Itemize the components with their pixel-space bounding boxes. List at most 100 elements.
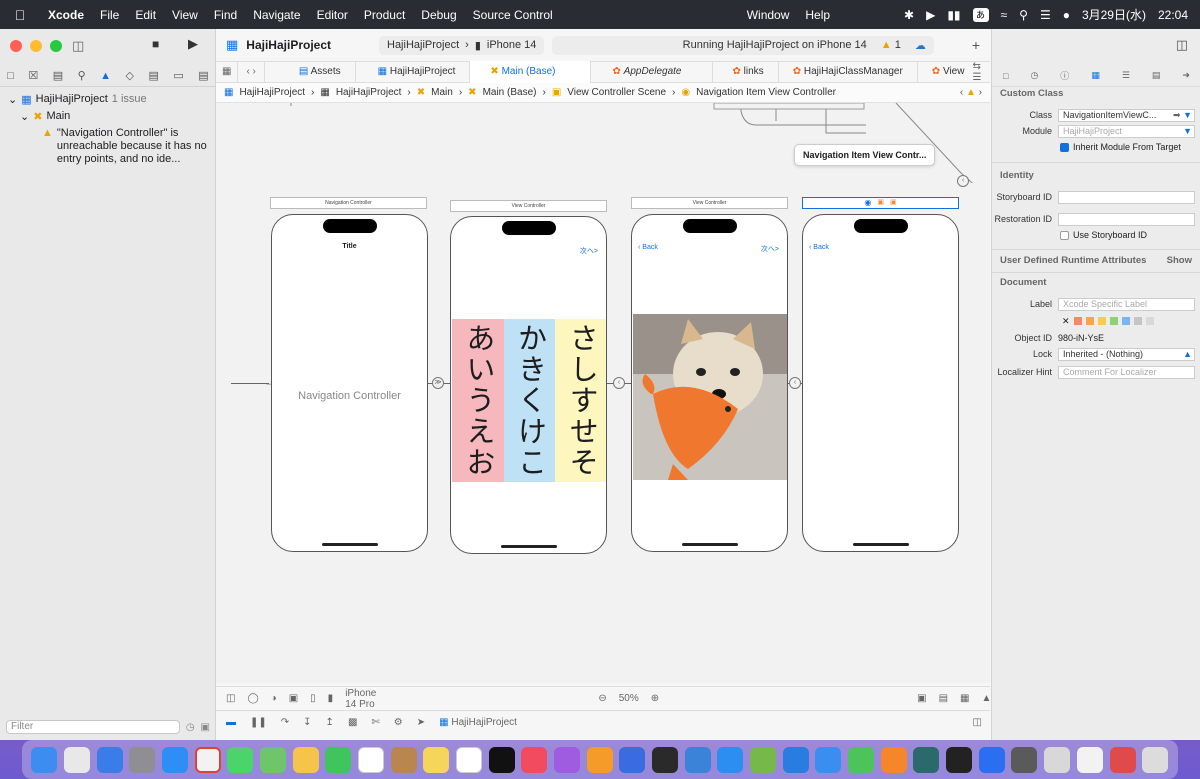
history-inspector-icon[interactable]: ◷ [1030,70,1038,81]
minimize-window-button[interactable] [30,40,42,52]
close-window-button[interactable] [10,40,22,52]
back-link[interactable]: ‹ Back [638,244,658,251]
chevron-down-icon[interactable]: ⌄ [8,93,17,106]
environment-icon[interactable]: ⚙ [394,717,403,728]
color-swatch-red[interactable] [1073,317,1082,325]
zoom-window-button[interactable] [50,40,62,52]
battery-icon[interactable]: ▮▮ [947,8,960,22]
issue-nav-icon[interactable]: ‹ ▲ › [960,87,982,98]
menu-file[interactable]: File [92,8,127,22]
module-field[interactable]: HajiHajiProject ▼ [1058,124,1195,138]
menu-help[interactable]: Help [797,8,838,22]
numbers-icon[interactable] [848,746,875,773]
scene-navigation-controller[interactable]: Title Navigation Controller [271,214,428,552]
menu-window[interactable]: Window [739,8,798,22]
scene-bar-vc2[interactable]: View Controller [631,197,788,209]
inherit-module-row[interactable]: Inherit Module From Target [992,140,1200,154]
restoration-id-field[interactable] [1058,212,1195,226]
tab-main-base[interactable]: ✖ Main (Base) [470,61,591,83]
crumb-folder[interactable]: HajiHajiProject [336,87,402,98]
symbol-icon[interactable]: ▤ [53,69,63,82]
dictionary-icon[interactable] [1109,746,1136,773]
segue-icon[interactable]: ‹ [957,175,969,187]
color-swatch-light[interactable] [1145,317,1154,325]
simulator-icon[interactable] [1044,746,1071,773]
numbers-edit-icon[interactable] [750,746,777,773]
inspector-toggle-icon[interactable]: ◫ [1176,37,1188,53]
keynote-icon[interactable] [815,746,842,773]
menubar-date[interactable]: 3月29日(水) [1082,6,1146,23]
clock-icon[interactable]: ◷ [186,722,195,733]
attributes-inspector-icon[interactable]: ☰ [1122,70,1130,81]
update-frames-icon[interactable]: ▣ [917,693,926,704]
apple-tv-icon[interactable] [488,746,515,773]
menu-editor[interactable]: Editor [309,8,356,22]
launchpad-icon[interactable] [64,746,90,773]
calculator-icon[interactable] [1011,746,1038,773]
scene-view-controller-kana[interactable]: 次へ> あいうえお かきくけこ さしすせそ [450,216,607,554]
scene-bar-vc3-selected[interactable]: ◉ ▣ ▣ [802,197,959,209]
use-storyboard-row[interactable]: Use Storyboard ID [992,228,1200,242]
menu-product[interactable]: Product [356,8,413,22]
exit-icon[interactable]: ▣ [890,198,897,208]
crumb-view-controller[interactable]: Navigation Item View Controller [696,87,836,98]
color-swatch-orange[interactable] [1085,317,1094,325]
console-toggle-icon[interactable]: ◫ [973,717,982,728]
crumb-main-base[interactable]: Main (Base) [483,87,537,98]
module-dropdown-icon[interactable]: ▼ [1183,126,1192,137]
segue-icon[interactable]: ≫ [432,377,444,389]
stop-icon[interactable]: ■ [152,37,159,51]
folder-icon[interactable]: □ [7,70,14,82]
crumb-main[interactable]: Main [431,87,453,98]
menu-find[interactable]: Find [206,8,245,22]
tab-links[interactable]: ✿ links [713,61,779,83]
crumb-scene[interactable]: View Controller Scene [567,87,666,98]
chevron-down-icon[interactable]: ⌄ [20,110,29,123]
no-color-icon[interactable]: ✕ [1062,316,1070,327]
file-inspector-icon[interactable]: □ [1003,71,1008,81]
vscode-icon[interactable] [782,746,809,773]
runtime-show-button[interactable]: Show [1167,255,1192,266]
system-settings-icon[interactable] [129,746,156,773]
identity-inspector-icon[interactable]: ▦ [1091,70,1100,81]
pin-icon[interactable]: ▦ [960,693,969,704]
rotate-icon[interactable]: ▣ [289,693,298,704]
first-responder-icon[interactable]: ▣ [877,198,884,208]
music-icon[interactable] [521,746,548,773]
source-control-icon[interactable]: ☒ [28,69,38,82]
step-over-icon[interactable]: ↷ [281,717,289,728]
chrome-icon[interactable] [194,746,221,773]
storyboard-canvas[interactable]: ‹ Navigation Item View Contr... → Naviga… [216,103,990,683]
warning-filter-icon[interactable]: ▣ [201,722,210,733]
lock-select[interactable]: Inherited - (Nothing) ▲ [1058,347,1195,361]
mail-icon[interactable] [96,746,123,773]
connections-inspector-icon[interactable]: ➜ [1182,70,1190,81]
podcasts-icon[interactable] [554,746,581,773]
issue-icon[interactable]: ▲ [100,70,111,82]
color-swatch-yellow[interactable] [1097,317,1106,325]
maps-icon[interactable] [260,746,287,773]
class-jump-icon[interactable]: ➡ ▼ [1173,110,1192,121]
scheme-selector[interactable]: HajiHajiProject › ▮ iPhone 14 [379,35,545,55]
trash-icon[interactable] [1142,746,1169,773]
input-method-icon[interactable]: あ [972,7,989,22]
resolve-icon[interactable]: ▲ [981,693,991,704]
use-storyboard-checkbox[interactable] [1060,230,1069,240]
inherit-module-checkbox[interactable] [1060,142,1069,152]
help-inspector-icon[interactable]: ⓘ [1060,69,1069,82]
instruments-icon[interactable] [652,746,679,773]
next-link[interactable]: 次へ> [580,246,598,256]
menubar-time[interactable]: 22:04 [1158,8,1188,22]
segue-icon[interactable]: ‹ [789,377,801,389]
pause-icon[interactable]: ❚❚ [250,717,267,728]
network-icon[interactable] [913,746,940,773]
localizer-hint-field[interactable]: Comment For Localizer [1058,365,1195,379]
terminal-icon[interactable] [946,746,973,773]
pages-icon[interactable] [880,746,907,773]
color-swatch-blue[interactable] [1121,317,1130,325]
storyboard-id-field[interactable] [1058,190,1195,204]
tree-group-row[interactable]: ⌄ ✖ Main [8,108,208,125]
crumb-project[interactable]: HajiHajiProject [239,87,305,98]
scene-bar-navigation[interactable]: Navigation Controller [270,197,427,209]
notes-icon[interactable] [423,746,450,773]
